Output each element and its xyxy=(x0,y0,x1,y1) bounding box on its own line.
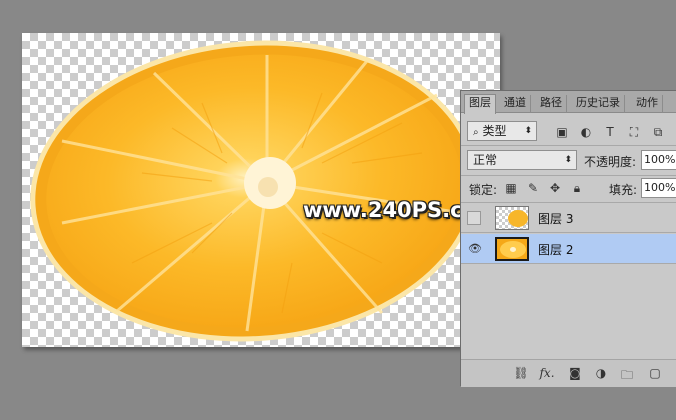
opacity-input[interactable]: 100% xyxy=(641,150,676,170)
fx-icon[interactable]: fx. xyxy=(539,366,555,380)
document-canvas[interactable] xyxy=(22,33,500,347)
layer-thumbnail xyxy=(495,237,529,261)
fill-input[interactable]: 100% xyxy=(641,178,676,198)
layer-row-3[interactable]: 图层 3 xyxy=(461,203,676,233)
blend-mode-value: 正常 xyxy=(473,153,498,167)
tab-paths[interactable]: 路径 xyxy=(536,95,567,113)
layers-panel: 图层 通道 路径 历史记录 动作 ⌕ 类型 ⬍ ▣ ◐ T ⛶ ⧉ 正常 ⬍ 不… xyxy=(460,90,676,387)
layer-name[interactable]: 图层 3 xyxy=(538,210,573,227)
layers-bottom-toolbar: ⛓︎ fx. ◙ ◑ 🗀 ▢ xyxy=(461,359,676,387)
filter-kind-label: 类型 xyxy=(482,124,507,138)
layer-thumbnail xyxy=(495,206,529,230)
orange-slice-image xyxy=(30,40,478,342)
pixel-filter-icon[interactable]: ▣ xyxy=(555,125,569,139)
tab-layers[interactable]: 图层 xyxy=(464,94,496,114)
lock-all-icon[interactable]: 🔒︎ xyxy=(570,181,584,195)
layer-filter-dropdown[interactable]: ⌕ 类型 ⬍ xyxy=(467,121,537,141)
tab-channels[interactable]: 通道 xyxy=(500,95,531,113)
dropdown-arrow-icon: ⬍ xyxy=(564,155,572,165)
adjustment-filter-icon[interactable]: ◐ xyxy=(579,125,593,139)
lock-position-icon[interactable]: ✥ xyxy=(548,181,562,195)
blend-mode-dropdown[interactable]: 正常 ⬍ xyxy=(467,150,577,170)
opacity-label: 不透明度: xyxy=(584,155,637,169)
visibility-toggle-off[interactable] xyxy=(467,211,481,225)
group-folder-icon[interactable]: 🗀 xyxy=(619,366,635,387)
lock-transparent-icon[interactable]: ▦ xyxy=(504,181,518,195)
lock-label: 锁定: xyxy=(469,183,498,197)
mask-icon[interactable]: ◙ xyxy=(567,366,583,380)
panel-tab-bar: 图层 通道 路径 历史记录 动作 xyxy=(461,91,676,114)
new-layer-icon[interactable]: ▢ xyxy=(647,366,663,380)
layer-row-2[interactable]: 👁︎ 图层 2 xyxy=(461,234,676,264)
dropdown-arrow-icon: ⬍ xyxy=(524,126,532,136)
tab-actions[interactable]: 动作 xyxy=(632,95,663,113)
lock-brush-icon[interactable]: ✎ xyxy=(526,181,540,195)
type-filter-icon[interactable]: T xyxy=(603,125,617,139)
layer-name[interactable]: 图层 2 xyxy=(538,241,573,258)
shape-filter-icon[interactable]: ⛶ xyxy=(627,125,641,139)
smart-object-filter-icon[interactable]: ⧉ xyxy=(651,125,665,139)
adjustment-icon[interactable]: ◑ xyxy=(593,366,609,380)
eye-icon[interactable]: 👁︎ xyxy=(468,242,484,256)
search-icon: ⌕ xyxy=(473,127,479,138)
link-icon[interactable]: ⛓︎ xyxy=(513,366,529,380)
tab-history[interactable]: 历史记录 xyxy=(572,95,625,113)
fill-label: 填充: xyxy=(609,183,638,197)
